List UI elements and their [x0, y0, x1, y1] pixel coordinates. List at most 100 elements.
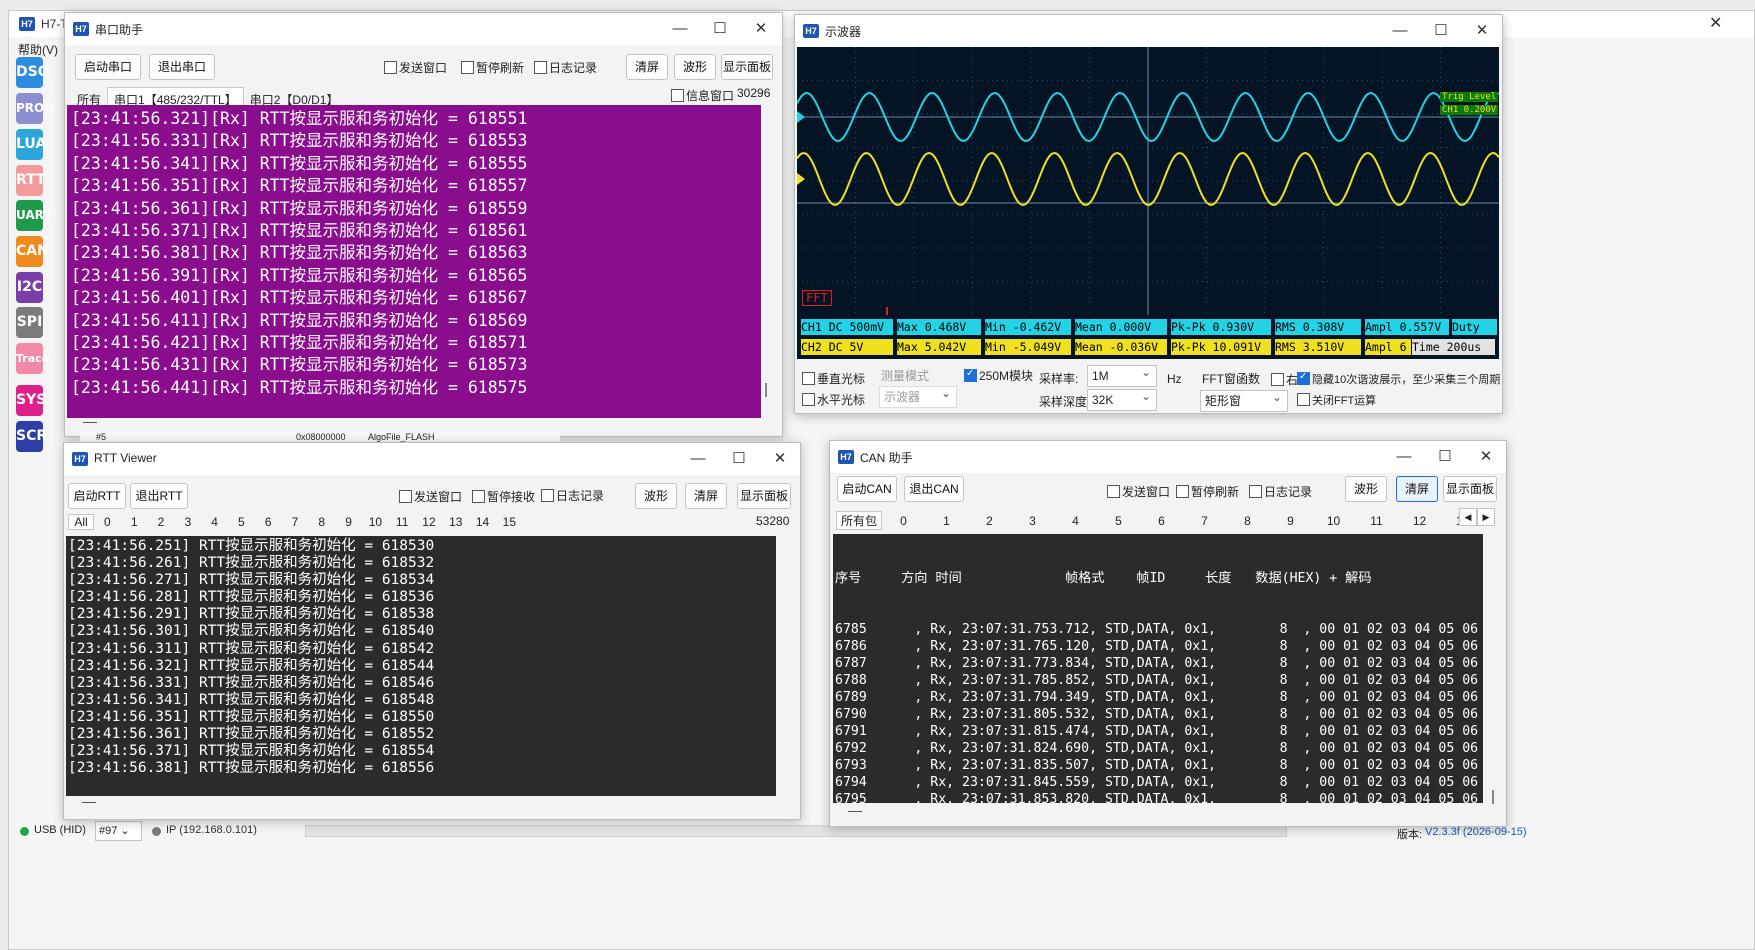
- sidebar-i2c-icon[interactable]: I2C: [16, 272, 43, 303]
- rtt-tab-10[interactable]: 9: [335, 515, 362, 529]
- can-start-button[interactable]: 启动CAN: [837, 476, 897, 502]
- rtt-log-checkbox[interactable]: 日志记录: [541, 487, 604, 504]
- rtt-input-field[interactable]: [82, 802, 96, 803]
- rtt-exit-button[interactable]: 退出RTT: [130, 483, 188, 509]
- can-tab-12[interactable]: 11: [1355, 514, 1398, 528]
- can-tab-1[interactable]: 0: [882, 514, 925, 528]
- serial-pause-checkbox[interactable]: 暂停刷新: [461, 59, 524, 76]
- serial-console[interactable]: [23:41:56.321][Rx] RTT按显示服和务初始化 = 618551…: [67, 105, 761, 418]
- serial-close-icon[interactable]: ✕: [741, 17, 781, 41]
- can-pause-checkbox[interactable]: 暂停刷新: [1176, 483, 1239, 500]
- can-tab-scroll-right-icon[interactable]: ▶: [1477, 508, 1495, 526]
- sidebar-rtt-icon[interactable]: RTT: [16, 165, 46, 196]
- can-tab-13[interactable]: 12: [1398, 514, 1441, 528]
- rtt-tab-8[interactable]: 7: [282, 515, 309, 529]
- sidebar-scr-icon[interactable]: SCR: [16, 421, 47, 452]
- rtt-send-window-checkbox[interactable]: 发送窗口: [399, 488, 462, 505]
- rtt-tab-13[interactable]: 12: [416, 515, 443, 529]
- scope-close-icon[interactable]: ✕: [1462, 19, 1502, 43]
- rtt-pause-checkbox[interactable]: 暂停接收: [472, 488, 535, 505]
- can-tab-10[interactable]: 9: [1269, 514, 1312, 528]
- can-tab-scroll-left-icon[interactable]: ◀: [1459, 508, 1477, 526]
- scope-maximize-icon[interactable]: ☐: [1421, 19, 1461, 43]
- sidebar-dso-icon[interactable]: DSO: [16, 57, 50, 88]
- rtt-console[interactable]: [23:41:56.251] RTT按显示服和务初始化 = 618530 [23:…: [66, 536, 776, 796]
- sidebar-sys-icon[interactable]: SYS: [16, 385, 46, 416]
- can-wave-button[interactable]: 波形: [1345, 476, 1387, 502]
- can-send-window-checkbox[interactable]: 发送窗口: [1107, 483, 1170, 500]
- ch1-marker-icon[interactable]: [797, 111, 805, 123]
- can-scrollbar[interactable]: [1492, 790, 1494, 804]
- right-checkbox[interactable]: 右: [1271, 371, 1298, 388]
- can-clear-button[interactable]: 清屏: [1396, 476, 1438, 502]
- rtt-tab-12[interactable]: 11: [389, 515, 416, 529]
- scope-minimize-icon[interactable]: —: [1380, 19, 1420, 43]
- rtt-maximize-icon[interactable]: ☐: [719, 447, 759, 471]
- can-tab-9[interactable]: 8: [1226, 514, 1269, 528]
- scope-screen[interactable]: FFT Trig Level CH1 0.200V CH1 DC 500mV Ma…: [797, 47, 1499, 359]
- rtt-tab-9[interactable]: 8: [308, 515, 335, 529]
- can-exit-button[interactable]: 退出CAN: [904, 476, 964, 502]
- rtt-tab-11[interactable]: 10: [362, 515, 389, 529]
- module-250m-checkbox[interactable]: 250M模块: [964, 367, 1033, 384]
- can-console[interactable]: 序号 方向 时间 帧格式 帧ID 长度 数据(HEX) + 解码 6785 , …: [833, 534, 1483, 803]
- rtt-tab-3[interactable]: 2: [148, 515, 175, 529]
- rtt-tab-7[interactable]: 6: [255, 515, 282, 529]
- serial-wave-button[interactable]: 波形: [674, 54, 716, 80]
- ch2-marker-icon[interactable]: [797, 173, 805, 185]
- rtt-panel-button[interactable]: 显示面板: [737, 483, 791, 509]
- can-tab-4[interactable]: 3: [1011, 514, 1054, 528]
- serial-clear-button[interactable]: 清屏: [626, 54, 668, 80]
- main-close-icon[interactable]: ✕: [1709, 13, 1722, 33]
- sidebar-lua-icon[interactable]: LUA: [16, 129, 46, 160]
- sidebar-trace-icon[interactable]: Trace: [16, 343, 49, 374]
- rtt-tab-4[interactable]: 3: [174, 515, 201, 529]
- can-panel-button[interactable]: 显示面板: [1443, 476, 1497, 502]
- rtt-minimize-icon[interactable]: —: [678, 447, 718, 471]
- serial-send-window-checkbox[interactable]: 发送窗口: [384, 59, 447, 76]
- rtt-tab-0[interactable]: All: [68, 514, 94, 530]
- horizontal-cursor-checkbox[interactable]: 水平光标: [802, 391, 865, 408]
- serial-minimize-icon[interactable]: —: [660, 17, 700, 41]
- menu-help[interactable]: 帮助(V): [18, 41, 58, 58]
- close-fft-checkbox[interactable]: 关闭FFT运算: [1297, 392, 1376, 408]
- can-tab-6[interactable]: 5: [1097, 514, 1140, 528]
- can-log-checkbox[interactable]: 日志记录: [1249, 483, 1312, 500]
- serial-info-window-checkbox[interactable]: 信息窗口: [671, 87, 734, 104]
- rtt-tab-2[interactable]: 1: [121, 515, 148, 529]
- can-tab-5[interactable]: 4: [1054, 514, 1097, 528]
- can-maximize-icon[interactable]: ☐: [1425, 445, 1465, 469]
- rtt-close-icon[interactable]: ✕: [760, 447, 800, 471]
- rtt-tab-5[interactable]: 4: [201, 515, 228, 529]
- can-tab-0[interactable]: 所有包: [836, 511, 882, 530]
- serial-input-field[interactable]: [83, 422, 97, 423]
- rtt-tab-16[interactable]: 15: [496, 515, 523, 529]
- serial-exit-button[interactable]: 退出串口: [149, 54, 215, 80]
- can-close-icon[interactable]: ✕: [1466, 445, 1506, 469]
- serial-panel-button[interactable]: 显示面板: [721, 54, 773, 80]
- can-input-field[interactable]: [848, 811, 862, 812]
- rtt-tab-14[interactable]: 13: [442, 515, 469, 529]
- fft-window-select[interactable]: 矩形窗: [1200, 387, 1288, 412]
- can-tab-11[interactable]: 10: [1312, 514, 1355, 528]
- rtt-tab-6[interactable]: 5: [228, 515, 255, 529]
- sidebar-spi-icon[interactable]: SPI: [16, 307, 43, 338]
- can-minimize-icon[interactable]: —: [1384, 445, 1424, 469]
- mode-select[interactable]: 示波器: [879, 383, 957, 408]
- sidebar-prog-icon[interactable]: PROG: [16, 93, 54, 124]
- rtt-wave-button[interactable]: 波形: [635, 483, 677, 509]
- vertical-cursor-checkbox[interactable]: 垂直光标: [802, 370, 865, 387]
- serial-scrollbar[interactable]: [765, 383, 767, 397]
- sidebar-uart-icon[interactable]: UART: [16, 200, 52, 231]
- serial-start-button[interactable]: 启动串口: [75, 54, 141, 80]
- can-tab-3[interactable]: 2: [968, 514, 1011, 528]
- sample-depth-select[interactable]: 32K: [1087, 386, 1157, 411]
- rtt-tab-1[interactable]: 0: [94, 515, 121, 529]
- rtt-clear-button[interactable]: 清屏: [685, 483, 727, 509]
- device-select[interactable]: #97 ⌄: [95, 821, 142, 841]
- serial-maximize-icon[interactable]: ☐: [700, 17, 740, 41]
- rtt-start-button[interactable]: 启动RTT: [68, 483, 126, 509]
- rtt-tab-15[interactable]: 14: [469, 515, 496, 529]
- can-tab-8[interactable]: 7: [1183, 514, 1226, 528]
- hide-harmonics-checkbox[interactable]: 隐藏10次谐波展示，至少采集三个周期: [1297, 371, 1500, 387]
